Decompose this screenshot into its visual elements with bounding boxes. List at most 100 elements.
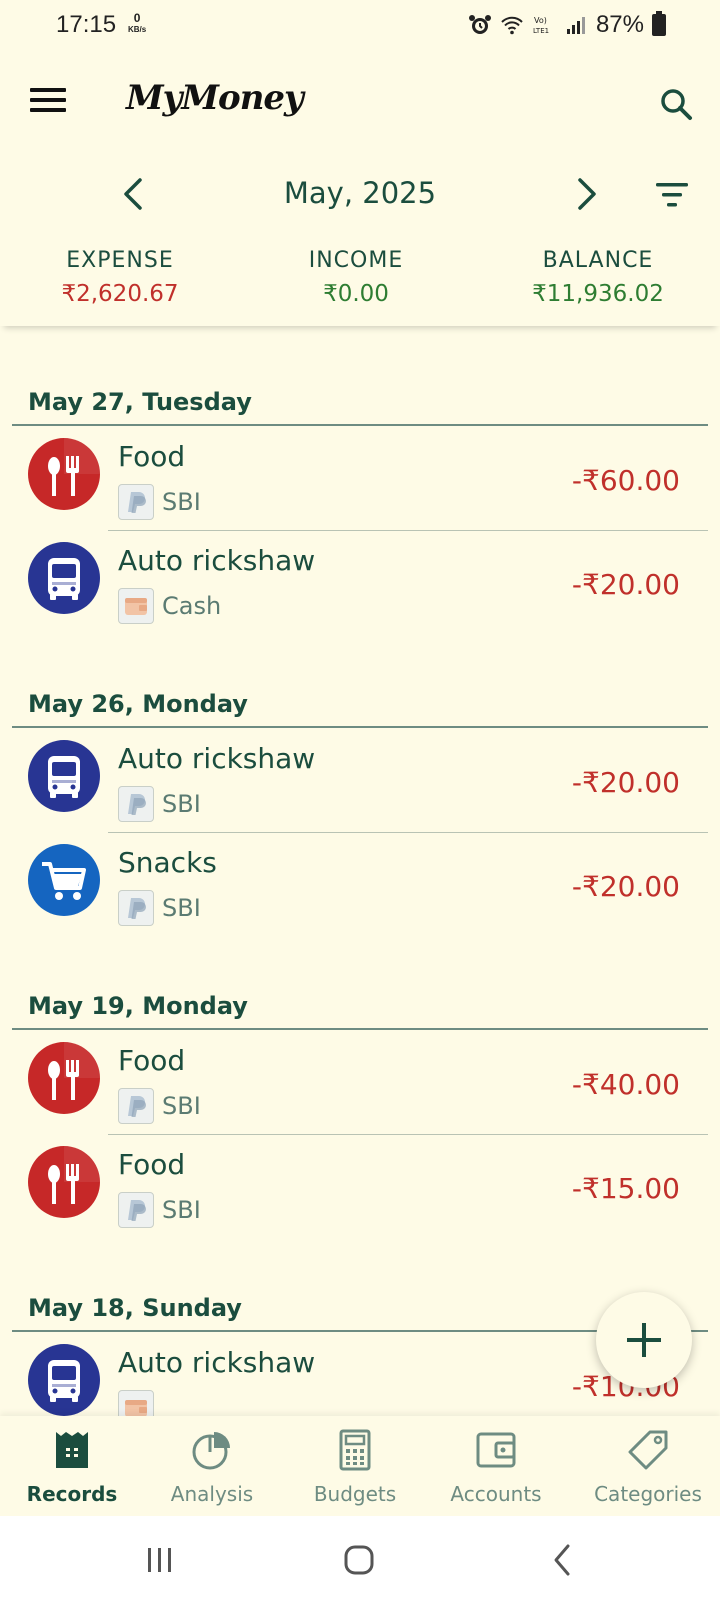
wallet-icon [118,1390,154,1416]
balance-value: ₹11,936.02 [532,281,664,307]
row-divider [108,1134,708,1135]
balance-summary: BALANCE ₹11,936.02 [478,248,718,307]
analysis-icon [192,1432,230,1470]
nav-categories[interactable]: Categories [576,1416,720,1516]
nav-accounts[interactable]: Accounts [424,1416,568,1516]
row-divider [108,832,708,833]
filter-icon[interactable] [654,180,690,210]
network-speed: 0 KB/s [128,12,146,36]
battery-icon [652,11,666,36]
back-icon[interactable] [544,1540,584,1580]
record-category: Food [118,1148,186,1181]
wifi-icon [501,16,523,35]
wallet-icon [118,588,154,624]
network-speed-value: 0 [133,11,141,25]
cart-icon [28,844,100,916]
record-row[interactable]: Food SBI -₹60.00 [0,426,720,530]
battery-percent: 87% [595,11,644,38]
svg-text:Vo): Vo) [534,16,547,25]
recent-apps-icon[interactable] [140,1540,180,1580]
search-icon[interactable] [658,86,694,122]
day-title: May 18, Sunday [28,1294,242,1322]
record-row[interactable]: Food SBI -₹40.00 [0,1030,720,1134]
record-category: Food [118,1044,186,1077]
monthly-summary: EXPENSE ₹2,620.67 INCOME ₹0.00 BALANCE ₹… [0,240,720,326]
status-time: 17:15 [56,11,117,38]
record-row[interactable]: Auto rickshaw SBI -₹20.00 [0,728,720,832]
day-header: May 26, Monday [0,634,720,728]
record-row[interactable]: Food SBI -₹15.00 [0,1134,720,1238]
network-speed-unit: KB/s [128,25,147,34]
day-group: May 26, Monday Auto rickshaw SBI -₹20.00… [0,634,720,936]
signal-icon [566,17,585,34]
add-record-button[interactable] [596,1292,692,1388]
nav-label: Accounts [450,1482,542,1506]
nav-budgets[interactable]: Budgets [283,1416,427,1516]
bus-icon [28,740,100,812]
categories-icon [628,1430,668,1470]
day-title: May 26, Monday [28,690,248,718]
paypal-icon [118,1192,154,1228]
record-category: Snacks [118,846,217,879]
nav-label: Budgets [313,1482,397,1506]
record-row[interactable]: Snacks SBI -₹20.00 [0,832,720,936]
expense-summary: EXPENSE ₹2,620.67 [0,248,240,307]
record-account: SBI [118,1192,201,1228]
record-account: Cash [118,588,221,624]
home-icon[interactable] [340,1540,380,1580]
nav-label: Categories [594,1482,702,1506]
record-amount: -₹20.00 [571,870,680,903]
app-bar: MyMoney [0,52,720,152]
month-navigator: May, 2025 [0,160,720,230]
record-account-name: SBI [162,488,201,516]
alarm-icon [468,15,491,34]
records-icon [56,1432,88,1468]
record-account: SBI [118,484,201,520]
current-month-label: May, 2025 [283,176,437,210]
app-title: MyMoney [126,78,304,118]
income-summary: INCOME ₹0.00 [236,248,476,307]
record-category: Auto rickshaw [118,1346,316,1379]
nav-analysis[interactable]: Analysis [140,1416,284,1516]
expense-label: EXPENSE [66,248,174,273]
paypal-icon [118,890,154,926]
row-divider [108,530,708,531]
food-icon [28,1146,100,1218]
record-account: SBI [118,1088,201,1124]
record-row[interactable]: Auto rickshaw Cash -₹20.00 [0,530,720,634]
record-account-name: SBI [162,790,201,818]
record-account [118,1390,162,1416]
paypal-icon [118,1088,154,1124]
status-bar: 17:15 0 KB/s Vo) LTE1 87% [0,0,720,52]
paypal-icon [118,786,154,822]
bottom-navigation: Records Analysis Budgets Accounts Catego… [0,1416,720,1516]
expense-value: ₹2,620.67 [61,281,179,307]
day-title: May 27, Tuesday [28,388,252,416]
record-account: SBI [118,890,201,926]
bus-icon [28,542,100,614]
nav-label: Records [26,1482,118,1506]
nav-records[interactable]: Records [0,1416,144,1516]
bus-icon [28,1344,100,1416]
income-value: ₹0.00 [323,281,389,307]
next-month-button[interactable] [570,174,602,214]
accounts-icon [476,1432,516,1468]
record-account-name: SBI [162,1092,201,1120]
food-icon [28,1042,100,1114]
system-navigation [0,1516,720,1600]
income-label: INCOME [308,248,404,273]
nav-label: Analysis [170,1482,254,1506]
records-list[interactable]: May 27, Tuesday Food SBI -₹60.00 Auto ri… [0,330,720,1416]
record-amount: -₹15.00 [571,1172,680,1205]
record-amount: -₹60.00 [571,464,680,497]
day-title: May 19, Monday [28,992,248,1020]
status-icons: Vo) LTE1 87% [468,11,666,39]
record-amount: -₹40.00 [571,1068,680,1101]
record-category: Auto rickshaw [118,544,316,577]
balance-label: BALANCE [542,248,654,273]
record-amount: -₹20.00 [571,568,680,601]
record-category: Food [118,440,186,473]
record-account-name: SBI [162,1196,201,1224]
paypal-icon [118,484,154,520]
menu-icon[interactable] [30,88,66,116]
